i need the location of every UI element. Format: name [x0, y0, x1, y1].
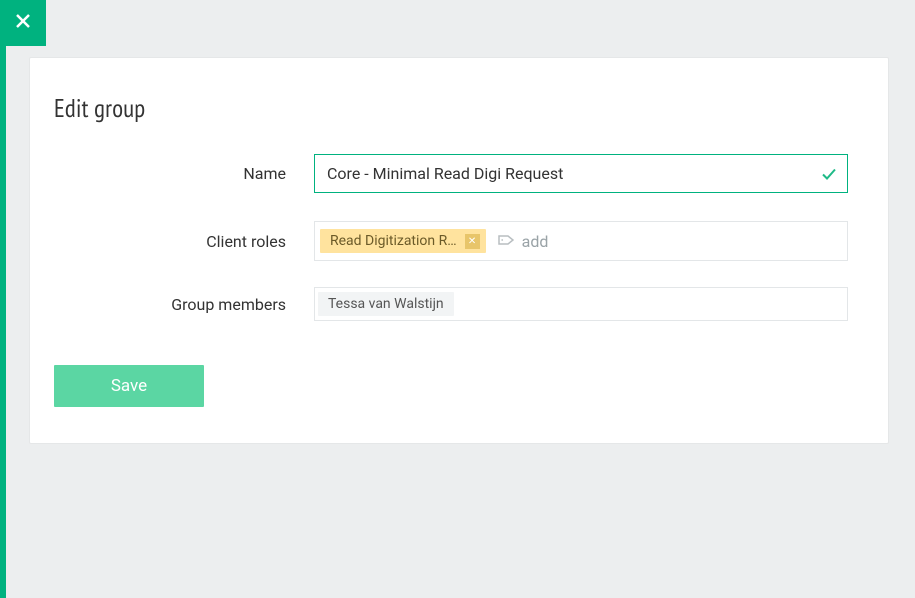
label-name: Name — [54, 164, 314, 183]
group-members-field: Tessa van Walstijn — [314, 287, 848, 321]
row-client-roles: Client roles Read Digitization R… ✕ add — [54, 221, 848, 261]
member-chip: Tessa van Walstijn — [318, 292, 454, 316]
group-members-box[interactable]: Tessa van Walstijn — [314, 287, 848, 321]
label-group-members: Group members — [54, 295, 314, 314]
row-name: Name — [54, 154, 848, 193]
page-title: Edit group — [54, 92, 848, 124]
add-role-control[interactable]: add — [492, 232, 549, 251]
edit-group-panel: Edit group Name Client roles Read Digiti… — [29, 57, 889, 444]
member-name: Tessa van Walstijn — [328, 296, 444, 312]
check-icon — [820, 165, 838, 183]
x-icon: ✕ — [468, 236, 476, 247]
role-tag-label: Read Digitization R… — [330, 233, 457, 249]
name-field-wrap — [314, 154, 848, 193]
client-roles-tagbox[interactable]: Read Digitization R… ✕ add — [314, 221, 848, 261]
close-icon — [13, 11, 33, 35]
role-tag: Read Digitization R… ✕ — [320, 229, 486, 253]
tag-remove-button[interactable]: ✕ — [465, 234, 480, 249]
close-button[interactable] — [0, 0, 46, 46]
side-accent-bar — [0, 0, 6, 598]
save-button[interactable]: Save — [54, 365, 204, 407]
name-input[interactable] — [314, 154, 848, 193]
add-role-placeholder: add — [522, 232, 549, 251]
label-client-roles: Client roles — [54, 232, 314, 251]
tag-icon — [498, 232, 514, 251]
row-group-members: Group members Tessa van Walstijn — [54, 287, 848, 321]
client-roles-field: Read Digitization R… ✕ add — [314, 221, 848, 261]
